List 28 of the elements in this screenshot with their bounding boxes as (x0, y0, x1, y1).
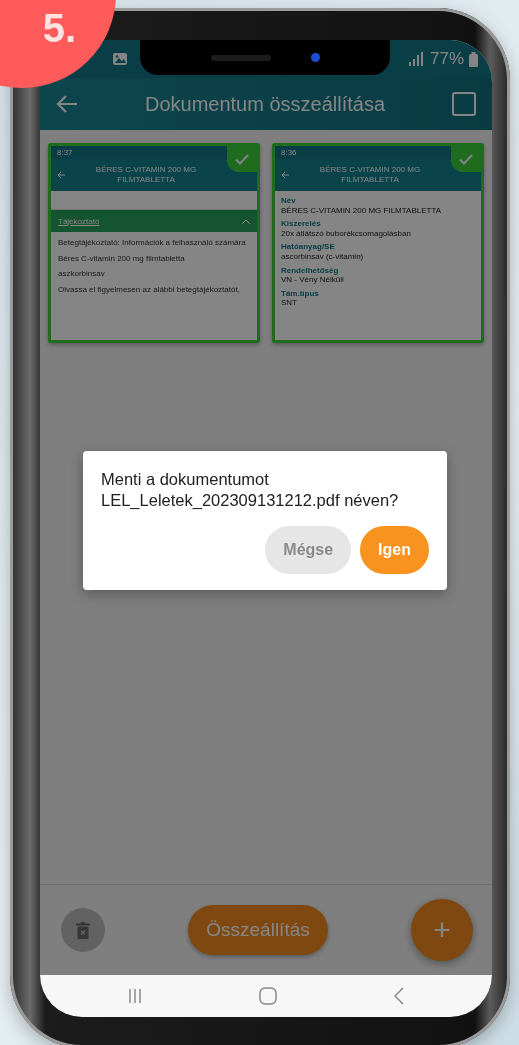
field-value: ascorbinsav (c-vitamin) (281, 251, 365, 262)
field-label: Tám.típus (281, 288, 320, 299)
field-value: 20x átlátszó buborékcsomagolásban (281, 228, 412, 239)
status-time: 8:37 (57, 148, 73, 157)
field-value: VN - Vény Nélküli (281, 275, 345, 285)
product-title: BÉRES C-VITAMIN 200 MG FILMTABLETTA (318, 165, 422, 185)
field-label: Rendelhetőség (281, 265, 340, 276)
leaflet-text: Olvassa el figyelmesen az alábbi betegtájékoztatót, (58, 284, 241, 295)
step-number: 5. (42, 8, 76, 48)
product-title: BÉRES C-VITAMIN 200 MG FILMTABLETTA (94, 165, 198, 185)
confirm-button[interactable]: Igen (360, 525, 429, 574)
field-value: SNT (281, 298, 298, 308)
section-title: Tájékoztató (58, 216, 100, 226)
cancel-button[interactable]: Mégse (265, 525, 352, 574)
leaflet-text: Betegtájékoztató: Információk a felhasználó számára (58, 238, 247, 248)
add-button[interactable]: + (411, 899, 473, 961)
dialog-message: Menti a dokumentumot LEL_Leletek_202309131212.pdf néven? (101, 469, 400, 512)
status-time: 8:36 (281, 148, 297, 157)
field-label: Név (281, 196, 297, 206)
field-value: BÉRES C-VITAMIN 200 MG FILMTABLETTA (281, 205, 443, 216)
leaflet-text: Béres C-vitamin 200 mg filmtabletta (58, 253, 186, 264)
leaflet-text: aszkorbinsav (58, 269, 106, 279)
section-bar[interactable]: Tájékoztató (51, 210, 257, 232)
screen-title: Dokumentum összeállítása (143, 92, 387, 116)
field-label: Kiszerelés (281, 219, 322, 229)
compose-button[interactable]: Összeállítás (188, 905, 328, 955)
field-label: Hatóanyag/SE (281, 242, 336, 252)
battery-level: 77% (429, 49, 464, 69)
